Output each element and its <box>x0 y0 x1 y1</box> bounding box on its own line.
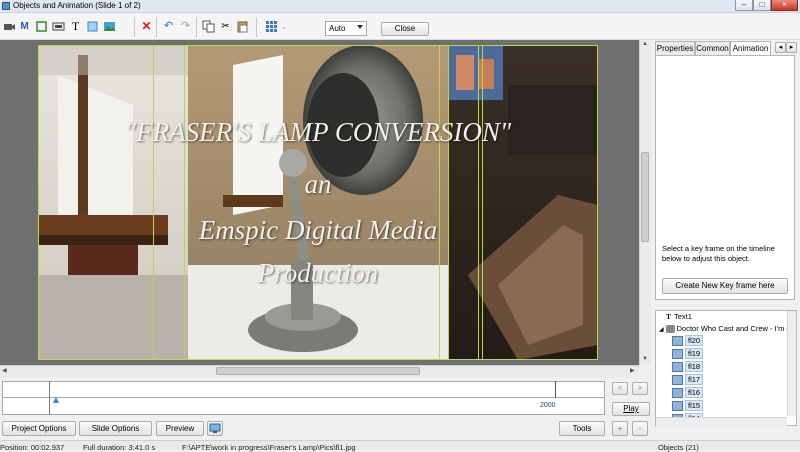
scroll-right-icon[interactable]: ▶ <box>630 367 635 374</box>
image-object-icon <box>672 388 683 399</box>
preview-button[interactable]: Preview <box>156 421 204 436</box>
tab-common[interactable]: Common <box>695 41 730 55</box>
tree-item-image[interactable]: fl18 <box>672 361 704 373</box>
image-object-icon <box>672 362 683 373</box>
minimize-button[interactable]: – <box>735 0 753 11</box>
tree-item-label: fl16 <box>685 387 704 398</box>
slide-title-text[interactable]: "FRASER'S LAMP CONVERSION" <box>38 117 598 148</box>
scroll-up-icon[interactable]: ▲ <box>642 41 648 47</box>
tree-item-label: fl15 <box>685 400 704 411</box>
add-keyframe-button[interactable]: + <box>612 421 628 436</box>
panel-next-button[interactable]: ▸ <box>786 42 797 53</box>
text-icon[interactable]: T <box>69 20 82 33</box>
horizontal-scroll-thumb[interactable] <box>216 367 420 375</box>
copy-icon[interactable] <box>202 20 215 33</box>
tree-item-group[interactable]: ◢ Doctor Who Cast and Crew - I'm C <box>659 323 792 335</box>
undo-icon[interactable]: ↶ <box>162 20 175 33</box>
text-object-icon: T <box>666 312 672 321</box>
image-object-icon <box>672 375 683 386</box>
status-duration: Full duration: 3:41.0 s <box>83 443 156 452</box>
app-icon <box>2 2 10 10</box>
close-button[interactable]: Close <box>381 22 429 36</box>
tree-item-label: fl19 <box>685 348 704 359</box>
rectangle-icon[interactable] <box>86 20 99 33</box>
play-button[interactable]: Play <box>612 402 650 416</box>
dropdown-arrow-icon[interactable] <box>357 25 363 29</box>
tree-item-image[interactable]: fl16 <box>672 387 704 399</box>
status-object-count: Objects (21) <box>658 443 699 452</box>
collapse-icon[interactable]: ◢ <box>659 327 664 333</box>
slide-text-line3[interactable]: Emspic Digital Media <box>38 215 598 246</box>
tree-item-label: fl17 <box>685 374 704 385</box>
slide-text-line2[interactable]: an <box>38 169 598 200</box>
object-tree[interactable]: T Text1 ◢ Doctor Who Cast and Crew - I'm C… <box>655 310 797 426</box>
tree-item-image[interactable]: fl17 <box>672 374 704 386</box>
timeline-end-marker[interactable] <box>555 381 556 398</box>
camera-object-icon <box>665 325 675 334</box>
image-object-icon <box>672 336 683 347</box>
keyframe-hint-text: Select a key frame on the timeline below… <box>662 244 775 263</box>
create-keyframe-button[interactable]: Create New Key frame here <box>662 278 788 294</box>
monitor-icon[interactable] <box>207 421 223 436</box>
tree-item-label: fl18 <box>685 361 704 372</box>
remove-keyframe-button[interactable]: - <box>632 421 648 436</box>
toolbar-separator <box>134 17 135 37</box>
image-object-icon <box>672 401 683 412</box>
slide-preview[interactable]: "FRASER'S LAMP CONVERSION" an Emspic Dig… <box>38 45 598 360</box>
toolbar-separator <box>196 17 197 37</box>
tree-vertical-scrollbar[interactable] <box>787 311 796 416</box>
timeline-position-marker[interactable] <box>49 381 50 415</box>
window-title: Objects and Animation (Slide 1 of 2) <box>13 1 141 10</box>
paste-icon[interactable] <box>236 20 249 33</box>
scroll-down-icon[interactable]: ▼ <box>642 356 648 362</box>
timeline-next-button[interactable]: > <box>632 382 648 395</box>
tree-item-image[interactable]: fl19 <box>672 348 704 360</box>
object-guide <box>184 45 449 360</box>
vertical-scroll-thumb[interactable] <box>641 152 649 242</box>
timeline-divider <box>2 397 605 398</box>
delete-icon[interactable]: ✕ <box>140 20 153 33</box>
camera-icon[interactable] <box>3 20 16 33</box>
object-guide <box>439 45 483 360</box>
chevron-down-icon[interactable]: ⌄ <box>281 23 287 31</box>
tab-properties[interactable]: Properties <box>655 41 695 55</box>
tree-item-label: fl20 <box>685 335 704 346</box>
status-position: Position: 00:02.937 <box>0 443 65 452</box>
grid-icon[interactable] <box>265 20 278 33</box>
tree-item-image[interactable]: fl15 <box>672 400 704 412</box>
tree-item-image[interactable]: fl20 <box>672 335 704 347</box>
tree-horizontal-scrollbar[interactable] <box>656 417 787 426</box>
frame-icon[interactable] <box>35 20 48 33</box>
tools-button[interactable]: Tools <box>559 421 605 436</box>
image-icon[interactable] <box>103 20 116 33</box>
timeline[interactable] <box>2 381 605 415</box>
mask-icon[interactable]: M <box>18 20 31 33</box>
toolbar-separator <box>256 17 257 37</box>
slide-text-line4[interactable]: Production <box>38 258 598 289</box>
status-bar: Position: 00:02.937 Full duration: 3:41.… <box>0 440 800 452</box>
caption-icon[interactable] <box>52 20 65 33</box>
timeline-prev-button[interactable]: < <box>612 382 628 395</box>
image-object-icon <box>672 349 683 360</box>
redo-icon[interactable]: ↷ <box>179 20 192 33</box>
keyframe-marker-icon[interactable] <box>53 397 59 403</box>
tree-item-label: Doctor Who Cast and Crew - I'm C <box>676 324 792 333</box>
scroll-left-icon[interactable]: ◀ <box>2 367 7 374</box>
panel-prev-button[interactable]: ◂ <box>775 42 786 53</box>
tab-animation[interactable]: Animation <box>730 41 771 56</box>
slide-options-button[interactable]: Slide Options <box>79 421 152 436</box>
tree-item-text[interactable]: T Text1 <box>666 311 692 323</box>
toolbar-separator <box>156 17 157 37</box>
cut-icon[interactable]: ✂ <box>219 20 232 33</box>
status-file-path: F:\APTE\work in progress\Fraser's Lamp\P… <box>182 443 356 452</box>
project-options-button[interactable]: Project Options <box>2 421 76 436</box>
tree-item-label: Text1 <box>674 312 692 321</box>
window-close-button[interactable]: × <box>771 0 798 11</box>
maximize-button[interactable]: □ <box>753 0 771 11</box>
timeline-end-value: 2000 <box>540 402 556 409</box>
